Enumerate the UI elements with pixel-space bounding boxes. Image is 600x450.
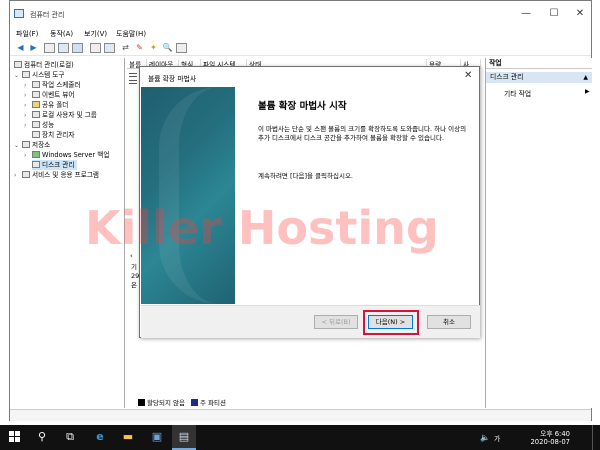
close-button[interactable]: ✕ bbox=[571, 7, 589, 21]
tree-item-storage[interactable]: ⌄ 저장소 bbox=[14, 140, 50, 150]
submenu-arrow-icon: ▶ bbox=[585, 88, 590, 95]
tree-item-services-apps[interactable]: › 서비스 및 응용 프로그램 bbox=[14, 170, 99, 180]
delete-icon[interactable]: ✎ bbox=[134, 43, 145, 53]
volume-row-marker[interactable] bbox=[129, 80, 137, 84]
search-icon[interactable]: 🔍 bbox=[162, 43, 173, 53]
chevron-down-icon[interactable]: ⌄ bbox=[14, 71, 22, 81]
wizard-heading: 볼륨 확장 마법사 시작 bbox=[258, 101, 347, 112]
tree-item-event-viewer[interactable]: › 이벤트 뷰어 bbox=[24, 90, 74, 100]
forward-arrow-icon[interactable]: ▶ bbox=[28, 43, 39, 53]
services-icon bbox=[22, 171, 30, 178]
clock-date[interactable]: 2020-08-07 bbox=[522, 438, 570, 446]
export-list-icon[interactable] bbox=[176, 43, 187, 53]
chevron-down-icon[interactable]: ⌄ bbox=[14, 141, 22, 151]
computer-management-taskbar-icon: ▤ bbox=[178, 430, 190, 443]
tree-item-windows-backup[interactable]: › Windows Server 백업 bbox=[24, 150, 109, 160]
server-manager-icon[interactable]: ▣ bbox=[150, 430, 164, 444]
file-explorer-icon[interactable]: ▬ bbox=[121, 430, 135, 444]
tree-item-system-tools[interactable]: ⌄ 시스템 도구 bbox=[14, 70, 64, 80]
unallocated-swatch bbox=[138, 399, 145, 406]
computer-management-icon bbox=[14, 9, 24, 18]
actions-section-disk-management[interactable]: 디스크 관리 ▲ bbox=[486, 72, 592, 83]
collapse-arrow-icon[interactable]: ▲ bbox=[583, 72, 588, 83]
speaker-icon[interactable]: 🔈 bbox=[480, 433, 490, 442]
tree-item-root[interactable]: 컴퓨터 관리(로컬) bbox=[14, 60, 74, 70]
menu-action[interactable]: 동작(A) bbox=[50, 29, 73, 39]
up-folder-icon[interactable] bbox=[44, 43, 55, 53]
computer-icon bbox=[14, 61, 22, 68]
actions-header: 작업 bbox=[486, 58, 592, 69]
cancel-button[interactable]: 취소 bbox=[427, 315, 471, 329]
chevron-right-icon[interactable]: › bbox=[24, 121, 32, 131]
clock-icon bbox=[32, 81, 40, 88]
folder-icon bbox=[32, 101, 40, 108]
backup-icon bbox=[32, 151, 40, 158]
banner-decoration bbox=[159, 87, 235, 304]
storage-icon bbox=[22, 141, 30, 148]
back-arrow-icon[interactable]: ◀ bbox=[15, 43, 26, 53]
show-hide-tree-icon[interactable] bbox=[58, 43, 69, 53]
show-desktop-button[interactable] bbox=[592, 425, 600, 450]
tree-item-shared-folders[interactable]: › 공유 폴더 bbox=[24, 100, 68, 110]
menu-bar: 파일(F) 동작(A) 보기(V) 도움말(H) bbox=[10, 27, 591, 41]
volume-row-marker[interactable] bbox=[129, 73, 137, 77]
status-bar bbox=[10, 409, 591, 421]
wizard-title: 볼륨 확장 마법사 bbox=[148, 75, 197, 83]
wizard-close-icon[interactable]: ✕ bbox=[464, 70, 472, 81]
tree-item-disk-management[interactable]: 디스크 관리 bbox=[32, 160, 78, 170]
window-title: 컴퓨터 관리 bbox=[30, 11, 65, 19]
wizard-button-bar: < 뒤로(B) 다음(N) > 취소 bbox=[141, 305, 480, 338]
task-view-icon[interactable]: ⧉ bbox=[63, 430, 77, 444]
help-icon[interactable] bbox=[90, 43, 101, 53]
device-manager-icon bbox=[32, 131, 40, 138]
tree-item-device-manager[interactable]: 장치 관리자 bbox=[32, 130, 74, 140]
maximize-button[interactable]: ☐ bbox=[545, 7, 563, 21]
ime-indicator[interactable]: 가 bbox=[494, 433, 500, 443]
wizard-side-banner bbox=[141, 87, 235, 304]
actions-pane: 작업 디스크 관리 ▲ 기타 작업 ▶ bbox=[485, 58, 592, 408]
refresh-icon[interactable]: ✦ bbox=[148, 43, 159, 53]
chevron-right-icon[interactable]: › bbox=[14, 171, 22, 181]
properties-icon[interactable] bbox=[72, 43, 83, 53]
tree-item-performance[interactable]: › 성능 bbox=[24, 120, 54, 130]
internet-explorer-icon[interactable]: e bbox=[93, 430, 107, 444]
back-button[interactable]: < 뒤로(B) bbox=[314, 315, 358, 329]
menu-file[interactable]: 파일(F) bbox=[16, 29, 38, 39]
action-more-actions[interactable]: 기타 작업 bbox=[504, 88, 531, 98]
connect-icon[interactable]: ⇄ bbox=[120, 43, 131, 53]
windows-start-icon[interactable] bbox=[8, 430, 22, 444]
performance-icon bbox=[32, 121, 40, 128]
tree-item-local-users[interactable]: › 로컬 사용자 및 그룹 bbox=[24, 110, 97, 120]
primary-partition-swatch bbox=[191, 399, 199, 406]
view-icon[interactable] bbox=[104, 43, 115, 53]
menu-help[interactable]: 도움말(H) bbox=[116, 29, 146, 39]
wizard-instruction: 계속하려면 [다음]을 클릭하십시오. bbox=[258, 172, 353, 180]
title-bar[interactable]: 컴퓨터 관리 — ☐ ✕ bbox=[10, 1, 591, 27]
taskbar: ⚲ ⧉ e ▬ ▣ ▤ 🔈 가 오후 6:40 2020-08-07 bbox=[0, 425, 600, 450]
clock-time[interactable]: 오후 6:40 bbox=[522, 428, 570, 438]
next-button[interactable]: 다음(N) > bbox=[368, 315, 413, 329]
tree-item-task-scheduler[interactable]: › 작업 스케줄러 bbox=[24, 80, 81, 90]
toolbar: ◀ ▶ ⇄ ✎ ✦ 🔍 bbox=[10, 41, 591, 56]
menu-view[interactable]: 보기(V) bbox=[84, 29, 107, 39]
disk-icon bbox=[32, 161, 40, 168]
event-viewer-icon bbox=[32, 91, 40, 98]
search-icon[interactable]: ⚲ bbox=[35, 430, 49, 444]
watermark: Killer Hosting bbox=[85, 201, 439, 255]
tools-icon bbox=[22, 71, 30, 78]
minimize-button[interactable]: — bbox=[517, 7, 535, 21]
active-app-computer-management[interactable]: ▤ bbox=[172, 425, 196, 450]
users-icon bbox=[32, 111, 40, 118]
chevron-right-icon[interactable]: › bbox=[24, 151, 32, 161]
wizard-description: 이 마법사는 단순 및 스팬 볼륨의 크기를 확장하도록 도와줍니다. 하나 이… bbox=[258, 125, 467, 142]
partition-legend: 할당되지 않음 주 파티션 bbox=[138, 397, 226, 407]
